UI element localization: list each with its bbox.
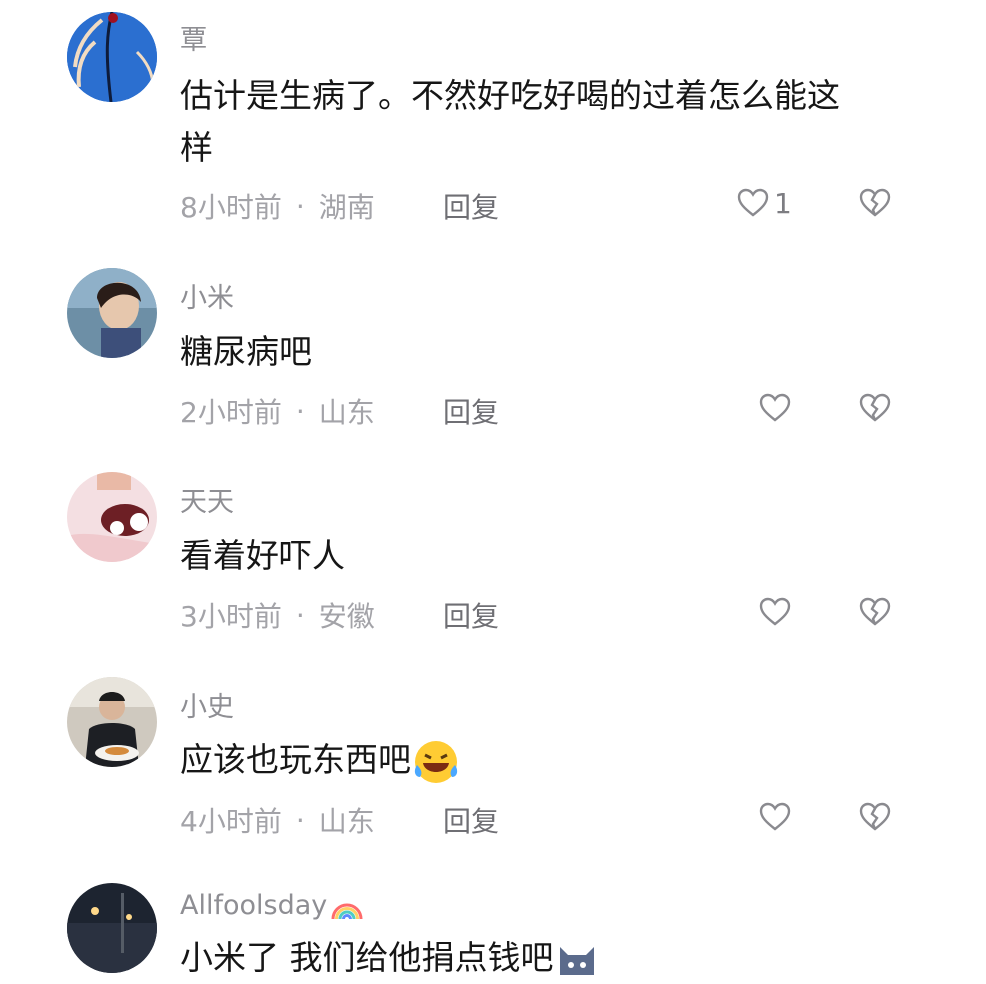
username[interactable]: 覃 [180,18,207,57]
blue-feather-avatar-icon [67,12,157,102]
laughing-tears-emoji-icon [411,737,461,787]
comment-location: 山东 [318,805,375,838]
comment-meta: 2小时前 · 山东 [180,391,375,431]
comment-text: 看着好吓人 [180,536,345,575]
user-avatar[interactable] [67,12,157,102]
username-text: Allfoolsday [180,890,328,921]
comment-location: 湖南 [318,191,375,224]
reply-button[interactable]: 回复 [443,595,499,635]
like-button[interactable] [758,595,796,629]
dislike-button[interactable] [858,391,892,425]
user-avatar[interactable] [67,268,157,358]
comment-text: 应该也玩东西吧 [180,734,900,787]
comment-text: 小米了 我们给他捐点钱吧 [180,932,900,984]
dislike-button[interactable] [858,595,892,629]
comment-meta: 3小时前 · 安徽 [180,595,375,635]
heart-icon [758,595,792,629]
separator: · [295,803,305,837]
separator: · [295,394,305,428]
like-button[interactable] [758,391,796,425]
comment-time: 3小时前 [180,600,282,633]
reply-button[interactable]: 回复 [443,391,499,431]
dislike-button[interactable] [858,800,892,834]
dislike-button[interactable] [858,186,892,220]
user-avatar[interactable] [67,677,157,767]
username[interactable]: Allfoolsday [180,890,365,921]
cat-emoji-icon [554,937,600,983]
username[interactable]: 小米 [180,276,234,315]
comment-time: 8小时前 [180,191,282,224]
comment-text-body: 应该也玩东西吧 [180,740,411,779]
heart-icon [758,391,792,425]
broken-heart-icon [858,391,892,425]
girl-portrait-avatar-icon [67,268,157,358]
comment-meta: 8小时前 · 湖南 [180,186,375,226]
reply-button[interactable]: 回复 [443,800,499,840]
separator: · [295,189,305,223]
comment-text-body: 小米了 我们给他捐点钱吧 [180,938,554,977]
broken-heart-icon [858,800,892,834]
like-button[interactable]: 1 [736,186,792,220]
comment-location: 山东 [318,396,375,429]
man-photo-avatar-icon [67,677,157,767]
comment-time: 4小时前 [180,805,282,838]
broken-heart-icon [858,186,892,220]
broken-heart-icon [858,595,892,629]
cartoon-avatar-icon [67,472,157,562]
heart-icon [736,186,770,220]
comment-text: 糖尿病吧 [180,332,312,371]
rainbow-emoji-icon [329,891,365,921]
heart-icon [758,800,792,834]
night-street-avatar-icon [67,883,157,973]
comment-meta: 4小时前 · 山东 [180,800,375,840]
like-count: 1 [774,186,792,220]
comment-text: 估计是生病了。不然好吃好喝的过着怎么能这样 [180,76,840,167]
username[interactable]: 小史 [180,685,234,724]
separator: · [295,598,305,632]
comment-location: 安徽 [318,600,375,633]
reply-button[interactable]: 回复 [443,186,499,226]
user-avatar[interactable] [67,883,157,973]
username[interactable]: 天天 [180,480,234,519]
user-avatar[interactable] [67,472,157,562]
like-button[interactable] [758,800,796,834]
comment-time: 2小时前 [180,396,282,429]
